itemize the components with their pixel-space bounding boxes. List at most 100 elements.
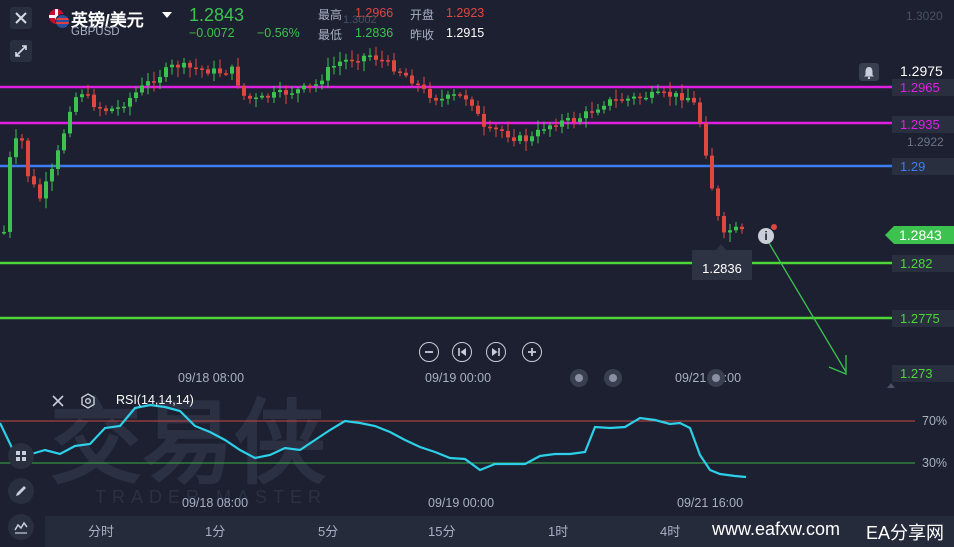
site-url[interactable]: www.eafxw.com: [712, 519, 840, 540]
candle-body: [158, 76, 162, 83]
candle-body: [566, 117, 570, 121]
candle-body: [92, 94, 96, 108]
rsi-close-button[interactable]: [51, 394, 65, 413]
info-icon[interactable]: i: [758, 228, 774, 244]
candle-body: [116, 107, 120, 109]
candle-body: [578, 118, 582, 123]
candle-body: [236, 66, 240, 86]
candle-body: [494, 127, 498, 130]
candle-body: [518, 135, 522, 142]
candle-body: [482, 113, 486, 127]
trend-arrow[interactable]: [765, 237, 847, 373]
candle-body: [206, 69, 210, 74]
candle-body: [164, 67, 168, 77]
candle-body: [152, 81, 156, 83]
price-chart[interactable]: 交易侠 TRADER MASTER: [0, 0, 954, 547]
candle-body: [14, 138, 18, 158]
candle-body: [254, 97, 258, 100]
timeframe-tick[interactable]: 分时: [88, 521, 114, 540]
low-label: 最低: [318, 28, 343, 42]
candle-body: [476, 105, 480, 114]
candle-body: [404, 72, 408, 76]
candle-body: [530, 136, 534, 142]
candle-body: [296, 89, 300, 94]
dropdown-caret-icon[interactable]: [162, 12, 172, 18]
candle-body: [200, 68, 204, 70]
collapse-icon: [15, 45, 27, 57]
indicator-button[interactable]: [8, 514, 34, 540]
candle-body: [134, 92, 138, 98]
timeframe-15m[interactable]: 15分: [428, 521, 455, 540]
indicator-icon: [14, 521, 28, 534]
close-button[interactable]: [10, 7, 32, 29]
candle-body: [734, 226, 738, 231]
candle-body: [212, 68, 216, 74]
candle-body: [410, 75, 414, 84]
timeframe-1h[interactable]: 1时: [548, 521, 568, 540]
draw-button[interactable]: [8, 478, 34, 504]
candle-body: [416, 83, 420, 86]
candle-body: [602, 105, 606, 110]
zoom-out-icon: [425, 351, 433, 353]
rsi-time-label-3: 09/21 16:00: [677, 496, 744, 510]
level-label-1: 1.2965: [892, 79, 954, 96]
candle-body: [332, 65, 336, 68]
candlestick-series: [2, 47, 744, 242]
candle-body: [590, 111, 594, 113]
candle-body: [470, 99, 474, 106]
current-price-tag: 1.2843: [894, 226, 954, 244]
timeline-dot-3[interactable]: [707, 369, 725, 387]
candle-body: [374, 55, 378, 60]
zoom-in-icon: [528, 348, 536, 356]
candle-body: [230, 66, 234, 74]
candle-body: [626, 98, 630, 101]
time-label-2: 09/19 00:00: [425, 371, 492, 385]
candle-body: [716, 188, 720, 216]
rsi-settings-button[interactable]: [80, 393, 96, 414]
candle-body: [122, 106, 126, 109]
bell-icon: [864, 66, 874, 79]
layers-button[interactable]: [8, 443, 34, 469]
axis-tick-bottom: 1.273: [892, 365, 954, 382]
open-value: 1.2923: [446, 6, 485, 20]
zoom-out-button[interactable]: [419, 342, 439, 362]
level-label-3: 1.29: [892, 158, 954, 175]
candle-body: [326, 66, 330, 81]
candle-body: [344, 59, 348, 62]
current-price: 1.2843: [189, 5, 245, 25]
layers-icon: [16, 451, 26, 461]
candle-body: [650, 91, 654, 98]
candle-body: [320, 80, 324, 85]
candle-body: [488, 126, 492, 129]
axis-top-faded: 1.3020: [906, 9, 943, 23]
zoom-in-button[interactable]: [522, 342, 542, 362]
candle-body: [584, 111, 588, 119]
candle-body: [662, 91, 666, 93]
skip-back-button[interactable]: [452, 342, 472, 362]
candle-body: [656, 91, 660, 93]
candle-body: [368, 55, 372, 57]
candle-body: [26, 140, 30, 177]
price-alert-label: 1.2975: [892, 63, 954, 80]
timeframe-1m[interactable]: 1分: [205, 521, 225, 540]
candle-body: [728, 230, 732, 233]
candle-body: [56, 150, 60, 169]
alert-bell-button[interactable]: [859, 63, 879, 81]
timeframe-5m[interactable]: 5分: [318, 521, 338, 540]
skip-forward-button[interactable]: [486, 342, 506, 362]
skip-forward-icon: [492, 348, 500, 356]
candle-body: [50, 168, 54, 182]
candle-body: [68, 111, 72, 134]
candle-body: [86, 94, 90, 96]
timeline-dot-1[interactable]: [570, 369, 588, 387]
level-label-2: 1.2935: [892, 116, 954, 133]
current-price-pointer: [885, 226, 894, 244]
candle-body: [704, 123, 708, 156]
collapse-button[interactable]: [10, 40, 32, 62]
timeline-dot-2[interactable]: [604, 369, 622, 387]
price-change: −0.0072: [189, 26, 235, 40]
candle-body: [224, 73, 228, 75]
timeframe-4h[interactable]: 4时: [660, 521, 680, 540]
candle-body: [464, 95, 468, 100]
high-label: 最高: [318, 8, 343, 22]
